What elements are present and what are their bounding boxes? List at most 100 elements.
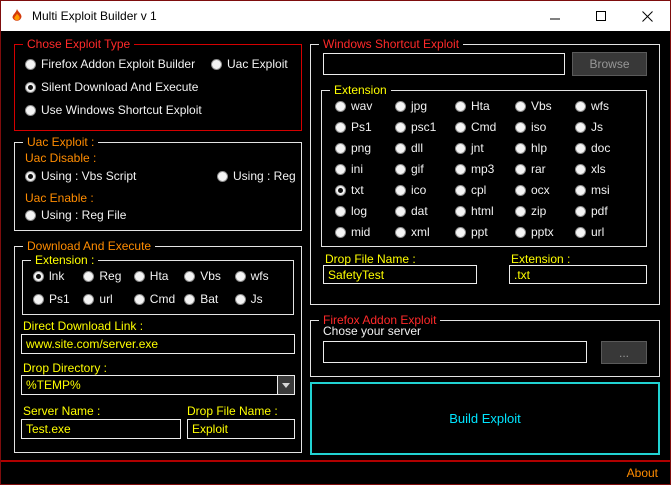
radio-option-vbs[interactable]: Vbs xyxy=(184,269,234,283)
build-exploit-button[interactable]: Build Exploit xyxy=(310,382,660,455)
radio-option-log[interactable]: log xyxy=(335,204,395,218)
radio-option-using-reg[interactable]: Using : Reg xyxy=(217,169,296,183)
dropdown-arrow-icon[interactable] xyxy=(277,376,294,394)
radio-option-ps1[interactable]: Ps1 xyxy=(33,292,83,306)
radio-label: Js xyxy=(251,292,263,306)
radio-option-dat[interactable]: dat xyxy=(395,204,455,218)
uac-enable-options: Using : Reg File xyxy=(25,208,126,222)
minimize-button[interactable] xyxy=(532,1,578,31)
about-link[interactable]: About xyxy=(627,466,658,480)
radio-option-vbs[interactable]: Vbs xyxy=(515,99,575,113)
drop-file-name-input[interactable] xyxy=(187,419,295,439)
radio-option-wfs[interactable]: wfs xyxy=(575,99,635,113)
radio-option-mp3[interactable]: mp3 xyxy=(455,162,515,176)
radio-option-silent-download-and-execute[interactable]: Silent Download And Execute xyxy=(25,80,291,94)
radio-label: dat xyxy=(411,204,428,218)
radio-option-hta[interactable]: Hta xyxy=(455,99,515,113)
radio-label: Cmd xyxy=(471,120,496,134)
radio-option-xls[interactable]: xls xyxy=(575,162,635,176)
maximize-button[interactable] xyxy=(578,1,624,31)
radio-label: lnk xyxy=(49,269,64,283)
group-title-uac-exploit: Uac Exploit : xyxy=(23,135,98,149)
radio-icon xyxy=(335,164,346,175)
radio-option-pptx[interactable]: pptx xyxy=(515,225,575,239)
radio-option-wfs[interactable]: wfs xyxy=(235,269,285,283)
radio-option-dll[interactable]: dll xyxy=(395,141,455,155)
radio-option-mid[interactable]: mid xyxy=(335,225,395,239)
radio-option-ppt[interactable]: ppt xyxy=(455,225,515,239)
radio-label: gif xyxy=(411,162,424,176)
radio-option-ico[interactable]: ico xyxy=(395,183,455,197)
radio-label: ico xyxy=(411,183,426,197)
exploit-type-options: Firefox Addon Exploit BuilderUac Exploit… xyxy=(25,57,291,117)
radio-option-ocx[interactable]: ocx xyxy=(515,183,575,197)
radio-option-jnt[interactable]: jnt xyxy=(455,141,515,155)
radio-option-jpg[interactable]: jpg xyxy=(395,99,455,113)
radio-icon xyxy=(335,206,346,217)
radio-label: wfs xyxy=(591,99,609,113)
radio-icon xyxy=(455,164,466,175)
server-name-input[interactable] xyxy=(21,419,181,439)
app-icon xyxy=(9,8,25,24)
radio-icon xyxy=(211,59,222,70)
radio-option-using-reg-file[interactable]: Using : Reg File xyxy=(25,208,126,222)
close-button[interactable] xyxy=(624,1,670,31)
radio-option-ini[interactable]: ini xyxy=(335,162,395,176)
radio-option-msi[interactable]: msi xyxy=(575,183,635,197)
radio-option-lnk[interactable]: lnk xyxy=(33,269,83,283)
radio-label: doc xyxy=(591,141,610,155)
radio-option-url[interactable]: url xyxy=(575,225,635,239)
radio-option-cmd[interactable]: Cmd xyxy=(455,120,515,134)
radio-icon xyxy=(395,185,406,196)
radio-label: Vbs xyxy=(200,269,221,283)
radio-option-pdf[interactable]: pdf xyxy=(575,204,635,218)
radio-option-js[interactable]: Js xyxy=(575,120,635,134)
radio-option-rar[interactable]: rar xyxy=(515,162,575,176)
radio-option-xml[interactable]: xml xyxy=(395,225,455,239)
radio-icon xyxy=(25,59,36,70)
radio-option-wav[interactable]: wav xyxy=(335,99,395,113)
radio-option-iso[interactable]: iso xyxy=(515,120,575,134)
radio-icon xyxy=(575,185,586,196)
radio-option-cpl[interactable]: cpl xyxy=(455,183,515,197)
titlebar[interactable]: Multi Exploit Builder v 1 xyxy=(1,1,670,31)
radio-icon xyxy=(515,143,526,154)
radio-icon xyxy=(83,294,94,305)
radio-option-hta[interactable]: Hta xyxy=(134,269,184,283)
radio-option-url[interactable]: url xyxy=(83,292,133,306)
shortcut-extension-input[interactable] xyxy=(509,265,647,284)
shortcut-drop-file-name-input[interactable] xyxy=(323,265,477,284)
app-window: Multi Exploit Builder v 1 Chose Exploit … xyxy=(0,0,671,485)
radio-option-using-vbs-script[interactable]: Using : Vbs Script xyxy=(25,169,217,183)
radio-option-cmd[interactable]: Cmd xyxy=(134,292,184,306)
radio-option-psc1[interactable]: psc1 xyxy=(395,120,455,134)
radio-label: hlp xyxy=(531,141,547,155)
radio-option-use-windows-shortcut-exploit[interactable]: Use Windows Shortcut Exploit xyxy=(25,103,291,117)
radio-icon xyxy=(455,143,466,154)
shortcut-file-path-input[interactable] xyxy=(323,53,565,75)
radio-label: Using : Vbs Script xyxy=(41,169,136,183)
radio-option-reg[interactable]: Reg xyxy=(83,269,133,283)
radio-icon xyxy=(335,101,346,112)
drop-directory-select[interactable]: %TEMP% xyxy=(21,375,295,395)
radio-option-doc[interactable]: doc xyxy=(575,141,635,155)
radio-option-zip[interactable]: zip xyxy=(515,204,575,218)
radio-option-bat[interactable]: Bat xyxy=(184,292,234,306)
radio-icon xyxy=(235,271,246,282)
radio-option-png[interactable]: png xyxy=(335,141,395,155)
ellipsis-browse-button[interactable]: ... xyxy=(601,341,647,364)
radio-option-gif[interactable]: gif xyxy=(395,162,455,176)
radio-option-hlp[interactable]: hlp xyxy=(515,141,575,155)
radio-option-ps1[interactable]: Ps1 xyxy=(335,120,395,134)
direct-download-link-input[interactable] xyxy=(21,334,295,354)
firefox-server-input[interactable] xyxy=(323,341,587,363)
browse-button[interactable]: Browse xyxy=(572,52,647,76)
radio-option-uac-exploit[interactable]: Uac Exploit xyxy=(211,57,291,71)
radio-option-js[interactable]: Js xyxy=(235,292,285,306)
radio-option-txt[interactable]: txt xyxy=(335,183,395,197)
radio-option-html[interactable]: html xyxy=(455,204,515,218)
radio-icon xyxy=(33,271,44,282)
radio-icon xyxy=(515,122,526,133)
radio-option-firefox-addon-exploit-builder[interactable]: Firefox Addon Exploit Builder xyxy=(25,57,211,71)
radio-icon xyxy=(455,185,466,196)
